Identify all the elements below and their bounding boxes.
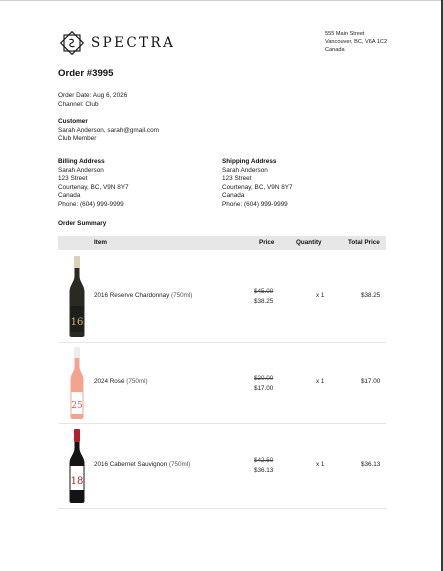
original-price: $45.00 <box>254 288 274 295</box>
item-name: 2024 Rosé (750ml) <box>94 378 148 385</box>
wine-bottle-image: 25 <box>66 346 88 420</box>
store-address-line: 555 Main Street <box>325 31 365 37</box>
item-title: 2016 Reserve Chardonnay <box>94 292 170 299</box>
item-volume: (750ml) <box>126 378 148 385</box>
wine-bottle-image: 18 <box>66 428 88 504</box>
original-price: $42.50 <box>254 457 274 464</box>
item-name: 2016 Reserve Chardonnay (750ml) <box>94 292 192 299</box>
original-price: $20.00 <box>254 375 274 382</box>
billing-line: 123 Street <box>58 175 88 183</box>
shipping-line: 123 Street <box>222 175 252 183</box>
page-top-edge <box>0 0 443 1</box>
shipping-address: Shipping Address Sarah Anderson 123 Stre… <box>222 158 293 210</box>
bottle-label-text: 25 <box>71 401 83 411</box>
item-volume: (750ml) <box>168 461 191 468</box>
table-row: 16 2016 Reserve Chardonnay (750ml) $45.0… <box>58 250 386 343</box>
discounted-price: $36.13 <box>254 466 274 474</box>
item-total: $38.25 <box>361 292 381 299</box>
discounted-price: $17.00 <box>254 384 274 392</box>
col-item: Item <box>94 239 107 246</box>
order-meta: Order Date: Aug 6, 2026 Channel: Club <box>58 92 127 109</box>
store-address: 555 Main Street Vancouver, BC, V6A 1C2 C… <box>325 31 387 54</box>
shipping-heading: Shipping Address <box>222 158 277 165</box>
item-total: $17.00 <box>361 378 381 385</box>
billing-address: Billing Address Sarah Anderson 123 Stree… <box>58 158 129 210</box>
bottle-icon: 25 <box>70 347 84 419</box>
item-title: 2024 Rosé <box>94 378 125 385</box>
summary-table-header: Item Price Quantity Total Price <box>58 236 386 250</box>
customer-block: Customer Sarah Anderson, sarah@gmail.com… <box>58 118 159 144</box>
store-address-line: Vancouver, BC, V6A 1C2 <box>325 38 388 45</box>
spectra-logo-icon <box>59 30 85 56</box>
bottle-icon: 16 <box>69 256 85 337</box>
billing-heading: Billing Address <box>58 158 105 165</box>
bottle-label-text: 18 <box>71 476 84 487</box>
customer-name-email: Sarah Anderson, sarah@gmail.com <box>58 126 159 134</box>
bottle-capsule <box>74 256 80 268</box>
brand-logo: SPECTRA <box>58 29 175 57</box>
bottle-icon: 18 <box>69 429 85 503</box>
col-quantity: Quantity <box>296 239 322 246</box>
shipping-line: Phone: (604) 999-9999 <box>222 200 288 208</box>
wine-bottle-image: 16 <box>66 254 88 338</box>
discounted-price: $38.25 <box>254 297 274 305</box>
table-row: 18 2016 Cabernet Sauvignon (750ml) $42.5… <box>58 424 386 509</box>
order-title: Order #3995 <box>58 68 114 79</box>
item-price: $42.50 $36.13 <box>254 456 273 475</box>
table-row: 25 2024 Rosé (750ml) $20.00 $17.00 x 1 $… <box>58 343 386 424</box>
item-quantity: x 1 <box>316 378 325 385</box>
item-name: 2016 Cabernet Sauvignon (750ml) <box>94 461 190 468</box>
item-quantity: x 1 <box>316 461 325 468</box>
bottle-label-text: 16 <box>71 317 84 328</box>
col-price: Price <box>259 239 275 246</box>
billing-line: Canada <box>58 192 81 200</box>
shipping-line: Courtenay, BC, V9N 8Y7 <box>222 183 293 191</box>
billing-line: Sarah Anderson <box>58 166 104 174</box>
order-channel: Channel: Club <box>58 100 99 108</box>
customer-membership: Club Member <box>58 135 97 143</box>
item-price: $20.00 $17.00 <box>254 374 273 393</box>
order-date: Order Date: Aug 6, 2026 <box>58 92 128 99</box>
store-address-line: Canada <box>325 46 345 53</box>
shipping-line: Sarah Anderson <box>222 166 268 174</box>
item-title: 2016 Cabernet Sauvignon <box>94 461 168 468</box>
brand-name: SPECTRA <box>91 35 176 51</box>
item-quantity: x 1 <box>316 292 325 299</box>
item-price: $45.00 $38.25 <box>254 287 273 306</box>
bottle-capsule <box>74 347 80 358</box>
item-total: $36.13 <box>361 461 381 468</box>
bottle-capsule <box>74 429 80 442</box>
billing-line: Phone: (604) 999-9999 <box>58 200 124 208</box>
shipping-line: Canada <box>222 192 245 200</box>
item-volume: (750ml) <box>171 292 193 299</box>
col-total-price: Total Price <box>348 239 380 246</box>
billing-line: Courtenay, BC, V9N 8Y7 <box>58 183 129 191</box>
order-summary-heading: Order Summary <box>58 220 107 227</box>
customer-heading: Customer <box>58 118 88 125</box>
